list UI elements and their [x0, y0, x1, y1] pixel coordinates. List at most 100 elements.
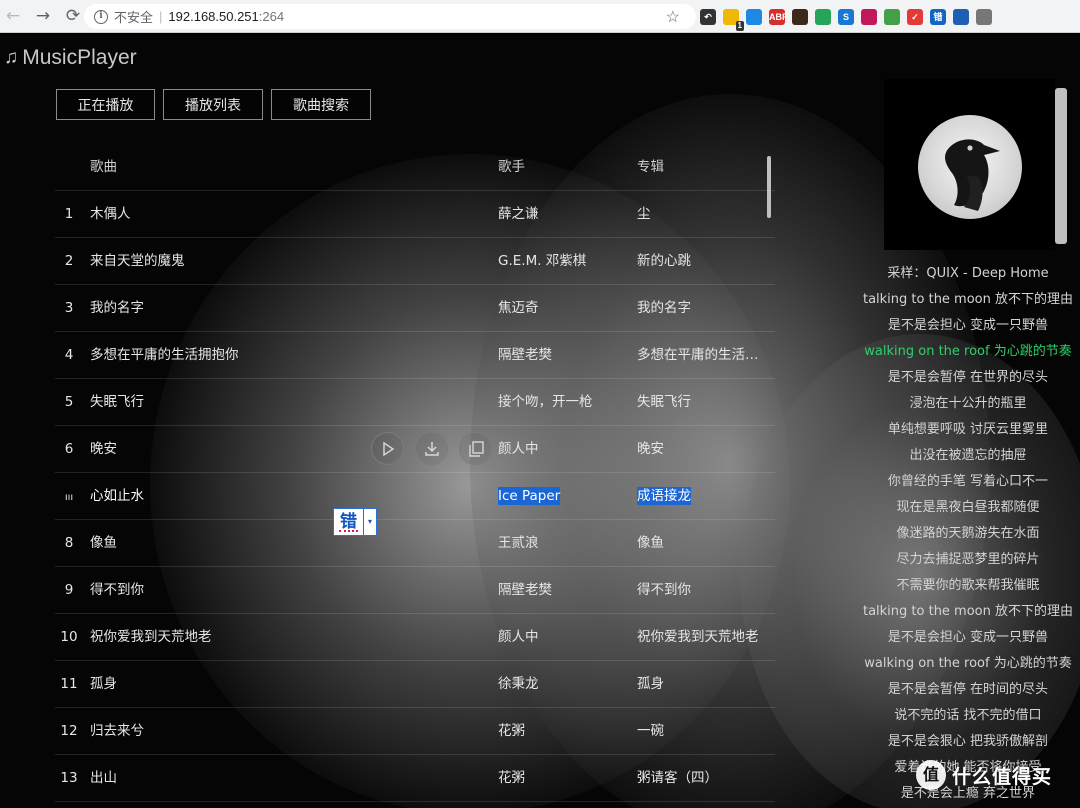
song-album: 我的名字	[637, 300, 691, 316]
watermark: 值 什么值得买	[916, 760, 1052, 790]
notes-ext-icon[interactable]: 1	[723, 9, 744, 31]
song-album: 尘	[637, 206, 651, 222]
screenshot-ext-icon[interactable]	[746, 9, 762, 25]
table-row[interactable]: 2 来自天堂的魔鬼 G.E.M. 邓紫棋 新的心跳	[55, 238, 775, 285]
row-actions	[371, 432, 501, 465]
forward-icon[interactable]: →	[30, 3, 56, 29]
table-row[interactable]: 5 失眠飞行 接个吻，开一枪 失眠飞行	[55, 379, 775, 426]
header-artist: 歌手	[498, 159, 525, 175]
lyric-line: 单纯想要呼吸 讨厌云里雾里	[887, 422, 1049, 437]
table-row[interactable]: 9 得不到你 隔壁老樊 得不到你	[55, 567, 775, 614]
song-artist: 焦迈奇	[498, 300, 539, 316]
lyric-line: 你曾经的手笔 写着心口不一	[887, 474, 1049, 489]
adblock-plus-icon[interactable]: ABP	[769, 9, 788, 25]
row-index: 3	[64, 300, 74, 316]
song-table: 歌曲 歌手 专辑 1 木偶人 薛之谦 尘 2 来自天堂的魔鬼 G.E.M. 邓紫棋 新的心跳 3…	[55, 144, 775, 802]
table-row[interactable]: 6 晚安 颜人中 晚安	[55, 426, 775, 473]
s-ext-icon[interactable]: S	[838, 9, 854, 25]
lyric-line: 说不完的话 找不完的借口	[894, 708, 1042, 723]
bookmark-star-icon[interactable]: ☆	[666, 7, 680, 27]
lyric-line: 尽力去捕捉恶梦里的碎片	[896, 552, 1040, 567]
url-port: :264	[258, 9, 285, 24]
song-album: 粥请客（四）	[637, 770, 718, 786]
table-header: 歌曲 歌手 专辑	[55, 144, 775, 191]
header-album: 专辑	[637, 159, 664, 175]
tab-playlist[interactable]: 播放列表	[163, 89, 263, 120]
tab-now-playing[interactable]: 正在播放	[56, 89, 155, 120]
row-index: 8	[64, 535, 74, 551]
app-title-text: MusicPlayer	[22, 46, 137, 69]
color-ext-icon[interactable]	[884, 9, 900, 25]
history-ext-icon[interactable]: ↶	[700, 9, 716, 25]
song-artist: G.E.M. 邓紫棋	[498, 253, 587, 269]
song-name: 失眠飞行	[90, 394, 144, 410]
lyric-line: walking on the roof 为心跳的节奏	[864, 656, 1072, 671]
bookmark-ext-icon[interactable]	[953, 9, 969, 25]
song-artist: 接个吻，开一枪	[498, 394, 593, 410]
music-player-page: ♫ MusicPlayer 正在播放 播放列表 歌曲搜索 歌曲 歌手 专辑 1木…	[0, 34, 1080, 808]
song-artist: 花粥	[498, 770, 525, 786]
lyric-line: 采样：QUIX - Deep Home	[887, 266, 1049, 281]
song-album: 晚安	[637, 441, 664, 457]
row-index: 12	[60, 723, 78, 739]
table-row[interactable]: 12 归去来兮 花粥 一碗	[55, 708, 775, 755]
watermark-text: 什么值得买	[952, 765, 1053, 788]
table-row[interactable]: 3 我的名字 焦迈奇 我的名字	[55, 285, 775, 332]
check-ext-icon[interactable]: ✓	[907, 9, 923, 25]
song-name: 祝你爱我到天荒地老	[90, 629, 212, 645]
lyric-line: 浸泡在十公升的瓶里	[909, 396, 1027, 411]
table-scrollbar[interactable]	[767, 156, 771, 218]
table-row[interactable]: 11 孤身 徐秉龙 孤身	[55, 661, 775, 708]
back-icon[interactable]: ←	[0, 3, 26, 29]
song-artist: 颜人中	[498, 441, 539, 457]
spell-check-label[interactable]: 错	[334, 509, 363, 535]
song-artist: 薛之谦	[498, 206, 539, 222]
spell-check-widget[interactable]: 错 ▾	[333, 508, 377, 536]
table-row[interactable]: 8 像鱼 王贰浪 像鱼	[55, 520, 775, 567]
spell-ext-icon[interactable]: 错	[930, 9, 946, 25]
translate-ext-icon[interactable]	[815, 9, 831, 25]
avatar-ext-icon[interactable]	[792, 9, 808, 25]
raven-cover-art	[918, 115, 1022, 219]
download-icon[interactable]	[415, 432, 448, 465]
table-row[interactable]: 4 多想在平庸的生活拥抱你 隔壁老樊 多想在平庸的生活拥...	[55, 332, 775, 379]
song-album: 成语接龙	[637, 487, 691, 505]
playing-icon: ııı	[64, 492, 74, 503]
tab-song-search[interactable]: 歌曲搜索	[271, 89, 371, 120]
lyric-line: 像迷路的天鹅游失在水面	[896, 526, 1040, 541]
play-icon[interactable]	[371, 432, 404, 465]
song-album: 多想在平庸的生活拥...	[637, 347, 769, 363]
lyric-line: 是不是会担心 变成一只野兽	[887, 318, 1049, 333]
add-to-list-icon[interactable]	[459, 432, 492, 465]
reload-icon[interactable]: ⟳	[60, 3, 86, 29]
table-row[interactable]: 10 祝你爱我到天荒地老 颜人中 祝你爱我到天荒地老	[55, 614, 775, 661]
song-artist: 隔壁老樊	[498, 582, 552, 598]
lyric-line: 是不是会狠心 把我骄傲解剖	[887, 734, 1049, 749]
table-row[interactable]: 1 木偶人 薛之谦 尘	[55, 191, 775, 238]
lyric-line: 是不是会暂停 在世界的尽头	[887, 370, 1049, 385]
song-artist: 花粥	[498, 723, 525, 739]
song-name: 得不到你	[90, 582, 144, 598]
spell-dropdown-icon[interactable]: ▾	[363, 509, 376, 535]
cover-scrollbar[interactable]	[1055, 88, 1067, 244]
song-album: 失眠飞行	[637, 394, 691, 410]
profile-ext-icon[interactable]	[976, 9, 992, 25]
row-index: 4	[64, 347, 74, 363]
info-icon[interactable]: i	[94, 9, 108, 24]
song-artist: 徐秉龙	[498, 676, 539, 692]
address-separator: |	[159, 9, 163, 24]
row-index: 11	[60, 676, 78, 692]
row-index: 6	[64, 441, 74, 457]
address-bar[interactable]: i 不安全 | 192.168.50.251:264 ☆	[84, 4, 696, 29]
lyric-line: 是不是会暂停 在时间的尽头	[887, 682, 1049, 697]
song-artist: 颜人中	[498, 629, 539, 645]
lyric-line: talking to the moon 放不下的理由	[862, 292, 1074, 307]
table-row[interactable]: 13 出山 花粥 粥请客（四）	[55, 755, 775, 802]
security-label: 不安全	[114, 10, 154, 25]
chart-ext-icon[interactable]	[861, 9, 877, 25]
lyric-line: 现在是黑夜白昼我都随便	[896, 500, 1040, 515]
table-row-playing[interactable]: ııı 心如止水 Ice Paper 成语接龙	[55, 473, 775, 520]
row-index: 9	[64, 582, 74, 598]
row-index: 5	[64, 394, 74, 410]
song-name: 像鱼	[90, 535, 117, 551]
